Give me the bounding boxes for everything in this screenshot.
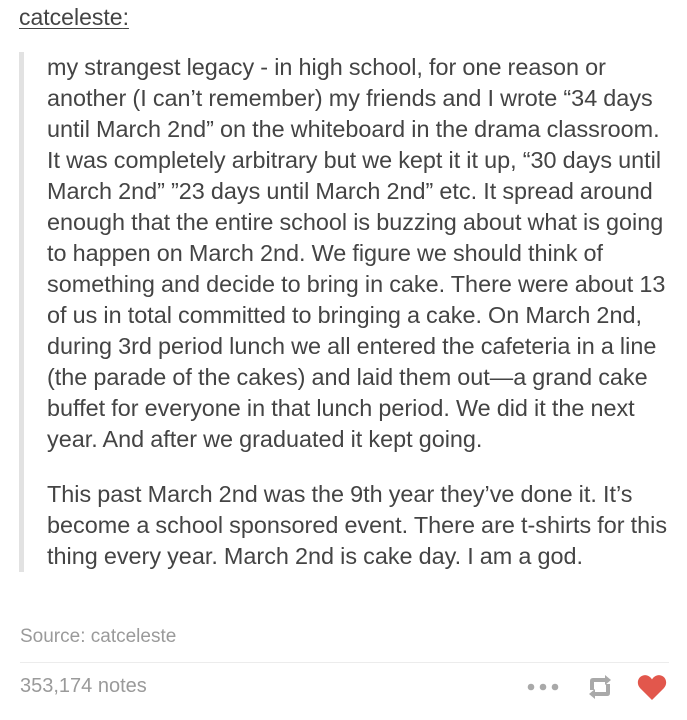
heart-icon[interactable] [635, 670, 669, 704]
post-source[interactable]: Source: catceleste [20, 626, 176, 648]
footer-divider [20, 662, 669, 663]
username-colon: : [122, 4, 129, 30]
post-username-link[interactable]: catceleste: [19, 4, 129, 31]
username-text[interactable]: catceleste [19, 4, 123, 30]
more-dots-icon[interactable] [525, 670, 561, 704]
reblog-icon[interactable] [583, 670, 617, 704]
post-quote: my strangest legacy - in high school, fo… [19, 52, 669, 572]
notes-count[interactable]: 353,174 notes [20, 675, 147, 698]
quote-paragraph-1: my strangest legacy - in high school, fo… [47, 54, 666, 452]
post-actions [525, 670, 669, 704]
tumblr-post: catceleste: my strangest legacy - in hig… [0, 0, 687, 720]
quote-paragraph-2: This past March 2nd was the 9th year the… [47, 481, 668, 569]
